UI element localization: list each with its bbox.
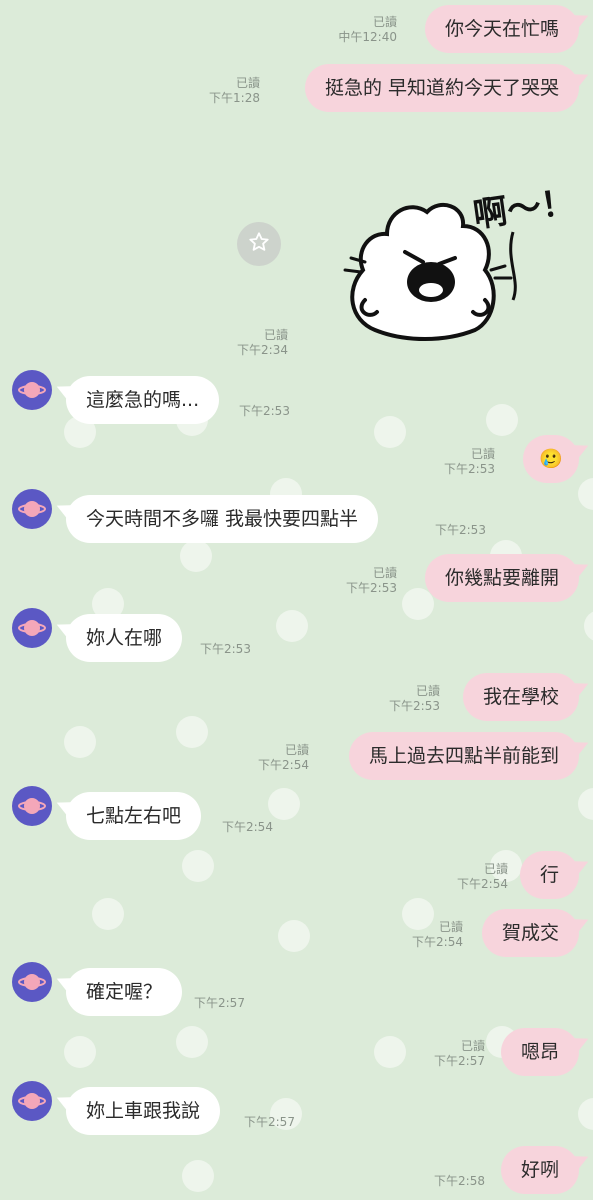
message-meta: 已讀 下午2:34 bbox=[237, 328, 288, 357]
message-meta: 已讀 下午2:54 bbox=[457, 862, 508, 891]
star-icon bbox=[248, 231, 270, 257]
outgoing-message[interactable]: 好咧 bbox=[500, 1146, 579, 1194]
message-meta: 下午2:58 bbox=[434, 1174, 485, 1188]
message-row: 已讀 下午2:54 行 bbox=[0, 851, 593, 901]
outgoing-message[interactable]: 行 bbox=[519, 851, 579, 899]
message-meta: 已讀 下午2:53 bbox=[346, 566, 397, 595]
message-meta: 下午2:53 bbox=[435, 523, 486, 537]
crying-blob-sticker-icon: 啊～！！ bbox=[343, 177, 593, 341]
message-row: 今天時間不多囉 我最快要四點半 下午2:53 bbox=[0, 489, 593, 545]
planet-avatar-icon[interactable] bbox=[12, 786, 52, 826]
outgoing-message[interactable]: 賀成交 bbox=[481, 909, 579, 957]
message-meta: 下午2:57 bbox=[194, 996, 245, 1010]
message-row: 妳人在哪 下午2:53 bbox=[0, 608, 593, 664]
incoming-message[interactable]: 確定喔？ bbox=[66, 968, 183, 1016]
outgoing-message[interactable]: 挺急的 早知道約今天了哭哭 bbox=[304, 64, 579, 112]
message-row: 已讀 下午1:28 挺急的 早知道約今天了哭哭 bbox=[0, 64, 593, 114]
message-meta: 已讀 下午2:53 bbox=[444, 447, 495, 476]
planet-avatar-icon[interactable] bbox=[12, 489, 52, 529]
message-meta: 已讀 下午2:57 bbox=[434, 1039, 485, 1068]
message-row: 已讀 下午2:53 我在學校 bbox=[0, 673, 593, 723]
planet-avatar-icon[interactable] bbox=[12, 962, 52, 1002]
incoming-message[interactable]: 妳上車跟我說 bbox=[66, 1087, 221, 1135]
message-meta: 下午2:54 bbox=[222, 820, 273, 834]
outgoing-message[interactable]: 我在學校 bbox=[462, 673, 579, 721]
message-row: 已讀 下午2:57 嗯昂 bbox=[0, 1028, 593, 1078]
outgoing-message[interactable]: 你今天在忙嗎 bbox=[424, 5, 579, 53]
sticker-message[interactable]: 啊～！！ bbox=[335, 170, 593, 360]
incoming-message[interactable]: 這麼急的嗎... bbox=[66, 376, 220, 424]
planet-avatar-icon[interactable] bbox=[12, 370, 52, 410]
message-meta: 已讀 下午2:54 bbox=[412, 920, 463, 949]
message-row: 已讀 中午12:40 你今天在忙嗎 bbox=[0, 5, 593, 55]
planet-avatar-icon[interactable] bbox=[12, 608, 52, 648]
message-meta: 已讀 下午2:53 bbox=[389, 684, 440, 713]
svg-text:啊～！！: 啊～！！ bbox=[471, 177, 555, 236]
message-row: 已讀 下午2:54 賀成交 bbox=[0, 909, 593, 959]
planet-avatar-icon[interactable] bbox=[12, 1081, 52, 1121]
message-meta: 已讀 下午1:28 bbox=[209, 76, 260, 105]
message-meta: 已讀 中午12:40 bbox=[338, 15, 397, 44]
message-row: 已讀 下午2:54 馬上過去四點半前能到 bbox=[0, 732, 593, 782]
outgoing-message[interactable]: 🥲 bbox=[523, 435, 579, 483]
message-meta: 下午2:53 bbox=[200, 642, 251, 656]
outgoing-message[interactable]: 嗯昂 bbox=[500, 1028, 579, 1076]
incoming-message[interactable]: 妳人在哪 bbox=[66, 614, 183, 662]
message-row: 這麼急的嗎... 下午2:53 bbox=[0, 370, 593, 426]
message-row: 已讀 下午2:53 你幾點要離開 bbox=[0, 554, 593, 604]
message-row: 妳上車跟我說 下午2:57 bbox=[0, 1081, 593, 1137]
message-meta: 下午2:57 bbox=[244, 1115, 295, 1129]
message-meta: 下午2:53 bbox=[239, 404, 290, 418]
outgoing-message[interactable]: 你幾點要離開 bbox=[424, 554, 579, 602]
message-row: 七點左右吧 下午2:54 bbox=[0, 786, 593, 842]
message-row: 確定喔？ 下午2:57 bbox=[0, 962, 593, 1018]
favorite-sticker-button[interactable] bbox=[237, 222, 281, 266]
incoming-message[interactable]: 七點左右吧 bbox=[66, 792, 202, 840]
incoming-message[interactable]: 今天時間不多囉 我最快要四點半 bbox=[66, 495, 379, 543]
message-row: 下午2:58 好咧 bbox=[0, 1146, 593, 1196]
outgoing-message[interactable]: 馬上過去四點半前能到 bbox=[348, 732, 579, 780]
message-meta: 已讀 下午2:54 bbox=[258, 743, 309, 772]
message-row: 已讀 下午2:53 🥲 bbox=[0, 435, 593, 485]
